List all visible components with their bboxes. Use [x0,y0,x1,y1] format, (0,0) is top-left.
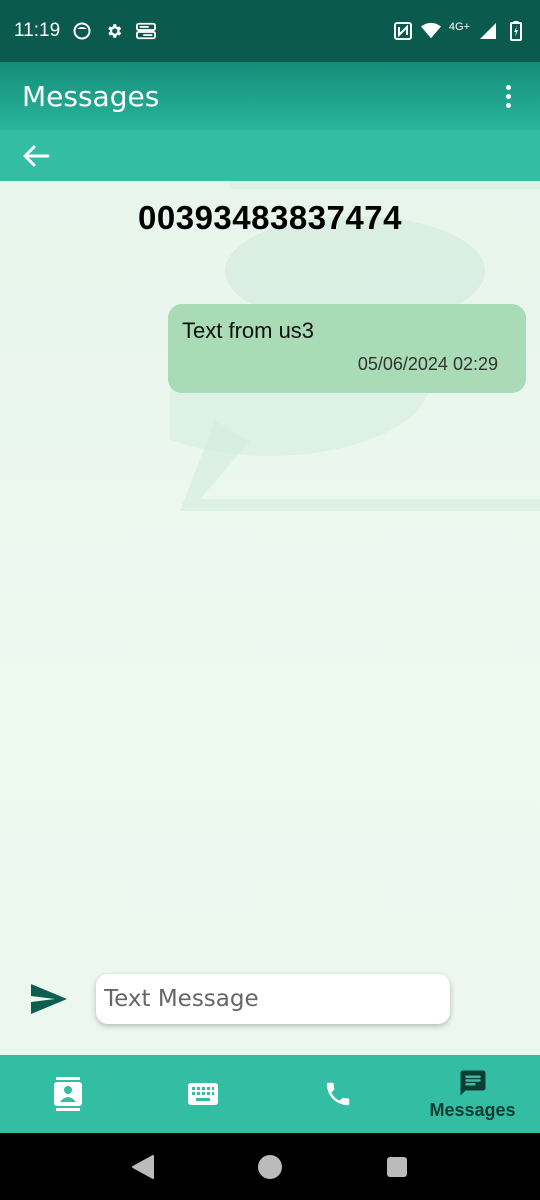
system-home-button[interactable] [250,1147,290,1187]
nav-tab-dialpad[interactable] [135,1055,270,1133]
square-recents-icon [386,1156,407,1177]
send-icon [31,984,67,1014]
dialpad-keyboard-icon [187,1083,218,1105]
circle-home-icon [257,1154,282,1179]
network-type: 4G+ [448,21,470,33]
contact-number: 00393483837474 [138,199,402,236]
nav-tab-messages-label: Messages [429,1099,516,1120]
page-title: Messages [22,79,160,113]
face-notification-icon [72,21,92,41]
more-vert-icon[interactable] [498,82,518,110]
message-input[interactable] [96,974,450,1024]
nav-tab-calls[interactable] [270,1055,405,1133]
message-text: Text from us3 [182,318,315,343]
storage-sync-icon [136,21,157,41]
battery-icon [506,21,526,41]
conversation-toolbar [0,130,540,181]
system-recents-button[interactable] [377,1147,417,1187]
nfc-icon [393,21,413,41]
triangle-back-icon [132,1154,155,1179]
nav-tab-messages[interactable]: Messages [405,1055,540,1133]
conversation-area[interactable]: 00393483837474 Text from us3 05/06/2024 … [0,181,540,1055]
contacts-icon [53,1077,82,1111]
message-icon [460,1070,485,1095]
message-timestamp: 05/06/2024 02:29 [357,354,498,374]
app-bar: Messages [0,62,540,130]
signal-icon [478,21,498,41]
wifi-icon [420,21,441,41]
message-bubble-outgoing[interactable]: Text from us3 05/06/2024 02:29 [168,304,526,393]
status-bar: 11:19 4G+ [0,0,540,62]
phone-icon [326,1082,349,1106]
bottom-navigation: Messages [0,1055,540,1133]
back-arrow-icon[interactable] [22,141,52,171]
nav-tab-contacts[interactable] [0,1055,135,1133]
send-button[interactable] [28,979,70,1019]
system-navigation-bar [0,1133,540,1200]
settings-gear-icon [104,21,124,41]
system-back-button[interactable] [123,1147,163,1187]
status-time: 11:19 [14,20,61,41]
